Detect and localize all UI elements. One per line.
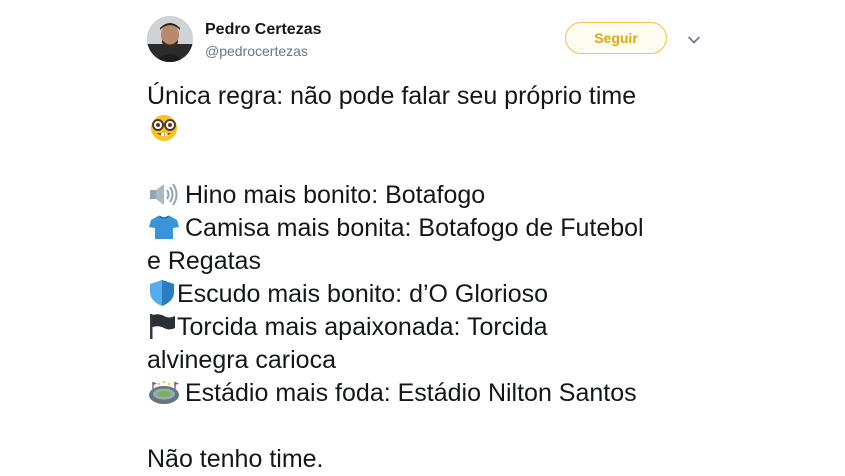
hino-text: Hino mais bonito: Botafogo	[185, 181, 486, 209]
tweet-line: Não tenho time.	[147, 443, 707, 476]
tweet-line: Hino mais bonito: Botafogo	[147, 179, 707, 212]
tweet-text: Única regra: não pode falar seu próprio …	[147, 80, 707, 476]
chevron-down-icon[interactable]	[686, 32, 702, 48]
nerd-face-icon	[147, 114, 181, 142]
tshirt-icon	[147, 213, 181, 241]
tweet-line: Estádio mais foda: Estádio Nilton Santos	[147, 377, 707, 410]
tweet-line: Escudo mais bonito: d’O Glorioso	[147, 278, 707, 311]
author-handle[interactable]: @pedrocertezas	[205, 42, 308, 60]
tweet-line: Camisa mais bonita: Botafogo de Futebol	[147, 212, 707, 245]
speaker-icon	[147, 180, 181, 208]
torcida-text-continued: alvinegra carioca	[147, 346, 336, 374]
author-name[interactable]: Pedro Certezas	[205, 20, 322, 40]
torcida-text: Torcida mais apaixonada: Torcida	[177, 313, 548, 341]
follow-button[interactable]: Seguir	[565, 22, 667, 54]
tweet-card: Pedro Certezas @pedrocertezas Seguir Úni…	[0, 0, 845, 475]
escudo-text: Escudo mais bonito: d’O Glorioso	[177, 280, 549, 308]
tweet-line: Única regra: não pode falar seu próprio …	[147, 80, 707, 113]
avatar[interactable]	[147, 16, 193, 62]
closing-text: Não tenho time.	[147, 445, 324, 473]
tweet-line: e Regatas	[147, 245, 707, 278]
black-flag-icon	[147, 312, 177, 340]
stadium-icon	[147, 378, 181, 406]
estadio-text: Estádio mais foda: Estádio Nilton Santos	[185, 379, 637, 407]
tweet-line: Torcida mais apaixonada: Torcida	[147, 311, 707, 344]
tweet-line	[147, 113, 707, 146]
tweet-line: alvinegra carioca	[147, 344, 707, 377]
shield-icon	[147, 279, 177, 307]
camisa-text: Camisa mais bonita: Botafogo de Futebol	[185, 214, 644, 242]
camisa-text-continued: e Regatas	[147, 247, 261, 275]
rule-text: Única regra: não pode falar seu próprio …	[147, 82, 637, 110]
